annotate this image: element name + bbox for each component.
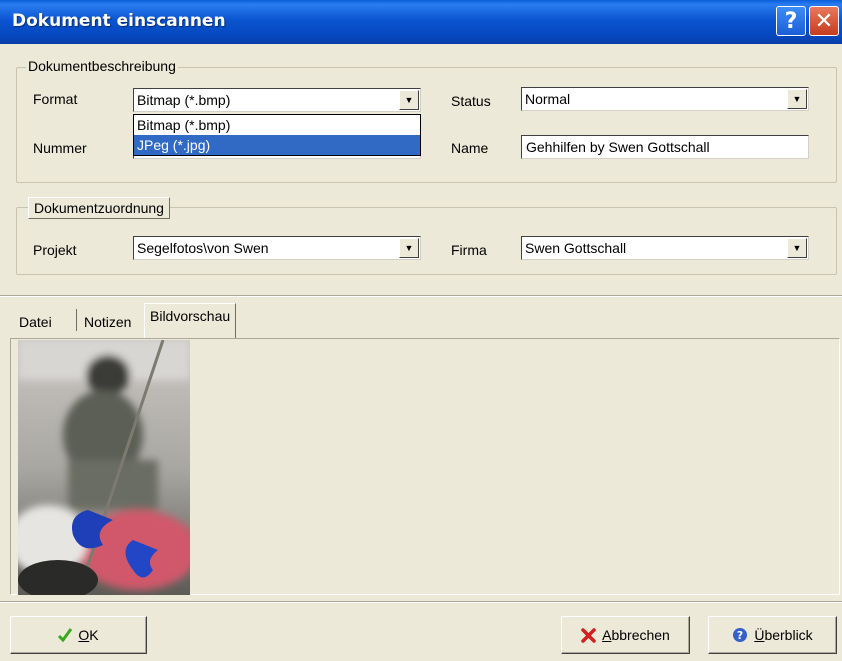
firma-label: Firma <box>451 242 487 258</box>
name-field[interactable]: Gehhilfen by Swen Gottschall <box>521 135 809 159</box>
window-title: Dokument einscannen <box>12 11 226 31</box>
tab-datei[interactable]: Datei <box>14 309 57 335</box>
nummer-label: Nummer <box>33 140 87 156</box>
checkmark-icon <box>58 628 73 642</box>
ueberblick-button[interactable]: ? Überblick <box>708 616 837 654</box>
preview-image <box>18 340 190 595</box>
chevron-down-icon[interactable]: ▼ <box>399 90 419 110</box>
chevron-down-icon[interactable]: ▼ <box>399 238 419 258</box>
chevron-down-icon[interactable]: ▼ <box>787 238 807 258</box>
status-value: Normal <box>525 91 571 107</box>
title-bar: Dokument einscannen ? ✕ <box>0 0 842 44</box>
name-label: Name <box>451 140 489 156</box>
dokumentbeschreibung-legend: Dokumentbeschreibung <box>26 58 178 74</box>
red-x-icon <box>581 627 596 643</box>
status-label: Status <box>451 93 491 109</box>
close-icon[interactable]: ✕ <box>809 6 839 36</box>
tab-separator <box>76 309 77 331</box>
format-option-jpg[interactable]: JPeg (*.jpg) <box>134 135 420 155</box>
format-dropdown-list: Bitmap (*.bmp) JPeg (*.jpg) <box>133 114 421 156</box>
format-option-bmp[interactable]: Bitmap (*.bmp) <box>134 115 420 135</box>
ok-button[interactable]: OK <box>10 616 147 654</box>
format-label: Format <box>33 91 78 107</box>
divider <box>0 601 842 603</box>
preview-photo-graphic <box>18 340 190 595</box>
tab-bildvorschau[interactable]: Bildvorschau <box>144 303 237 338</box>
name-value: Gehhilfen by Swen Gottschall <box>526 139 710 155</box>
abbrechen-button[interactable]: Abbrechen <box>561 616 690 654</box>
firma-select[interactable]: Swen Gottschall ▼ <box>521 236 809 260</box>
svg-text:?: ? <box>737 629 743 642</box>
dokumentzuordnung-legend: Dokumentzuordnung <box>28 197 170 219</box>
chevron-down-icon[interactable]: ▼ <box>787 89 807 109</box>
help-icon[interactable]: ? <box>776 6 806 36</box>
abbrechen-label: Abbrechen <box>602 627 670 643</box>
ok-label: OK <box>78 627 99 643</box>
projekt-value: Segelfotos\von Swen <box>137 240 269 256</box>
firma-value: Swen Gottschall <box>525 240 627 256</box>
divider <box>0 295 842 297</box>
projekt-label: Projekt <box>33 242 77 258</box>
status-select[interactable]: Normal ▼ <box>521 87 809 111</box>
tab-notizen[interactable]: Notizen <box>79 309 136 335</box>
format-value: Bitmap (*.bmp) <box>137 92 231 108</box>
projekt-select[interactable]: Segelfotos\von Swen ▼ <box>133 236 421 260</box>
question-icon: ? <box>732 627 748 643</box>
ueberblick-label: Überblick <box>754 627 813 643</box>
format-select[interactable]: Bitmap (*.bmp) ▼ <box>133 88 421 112</box>
